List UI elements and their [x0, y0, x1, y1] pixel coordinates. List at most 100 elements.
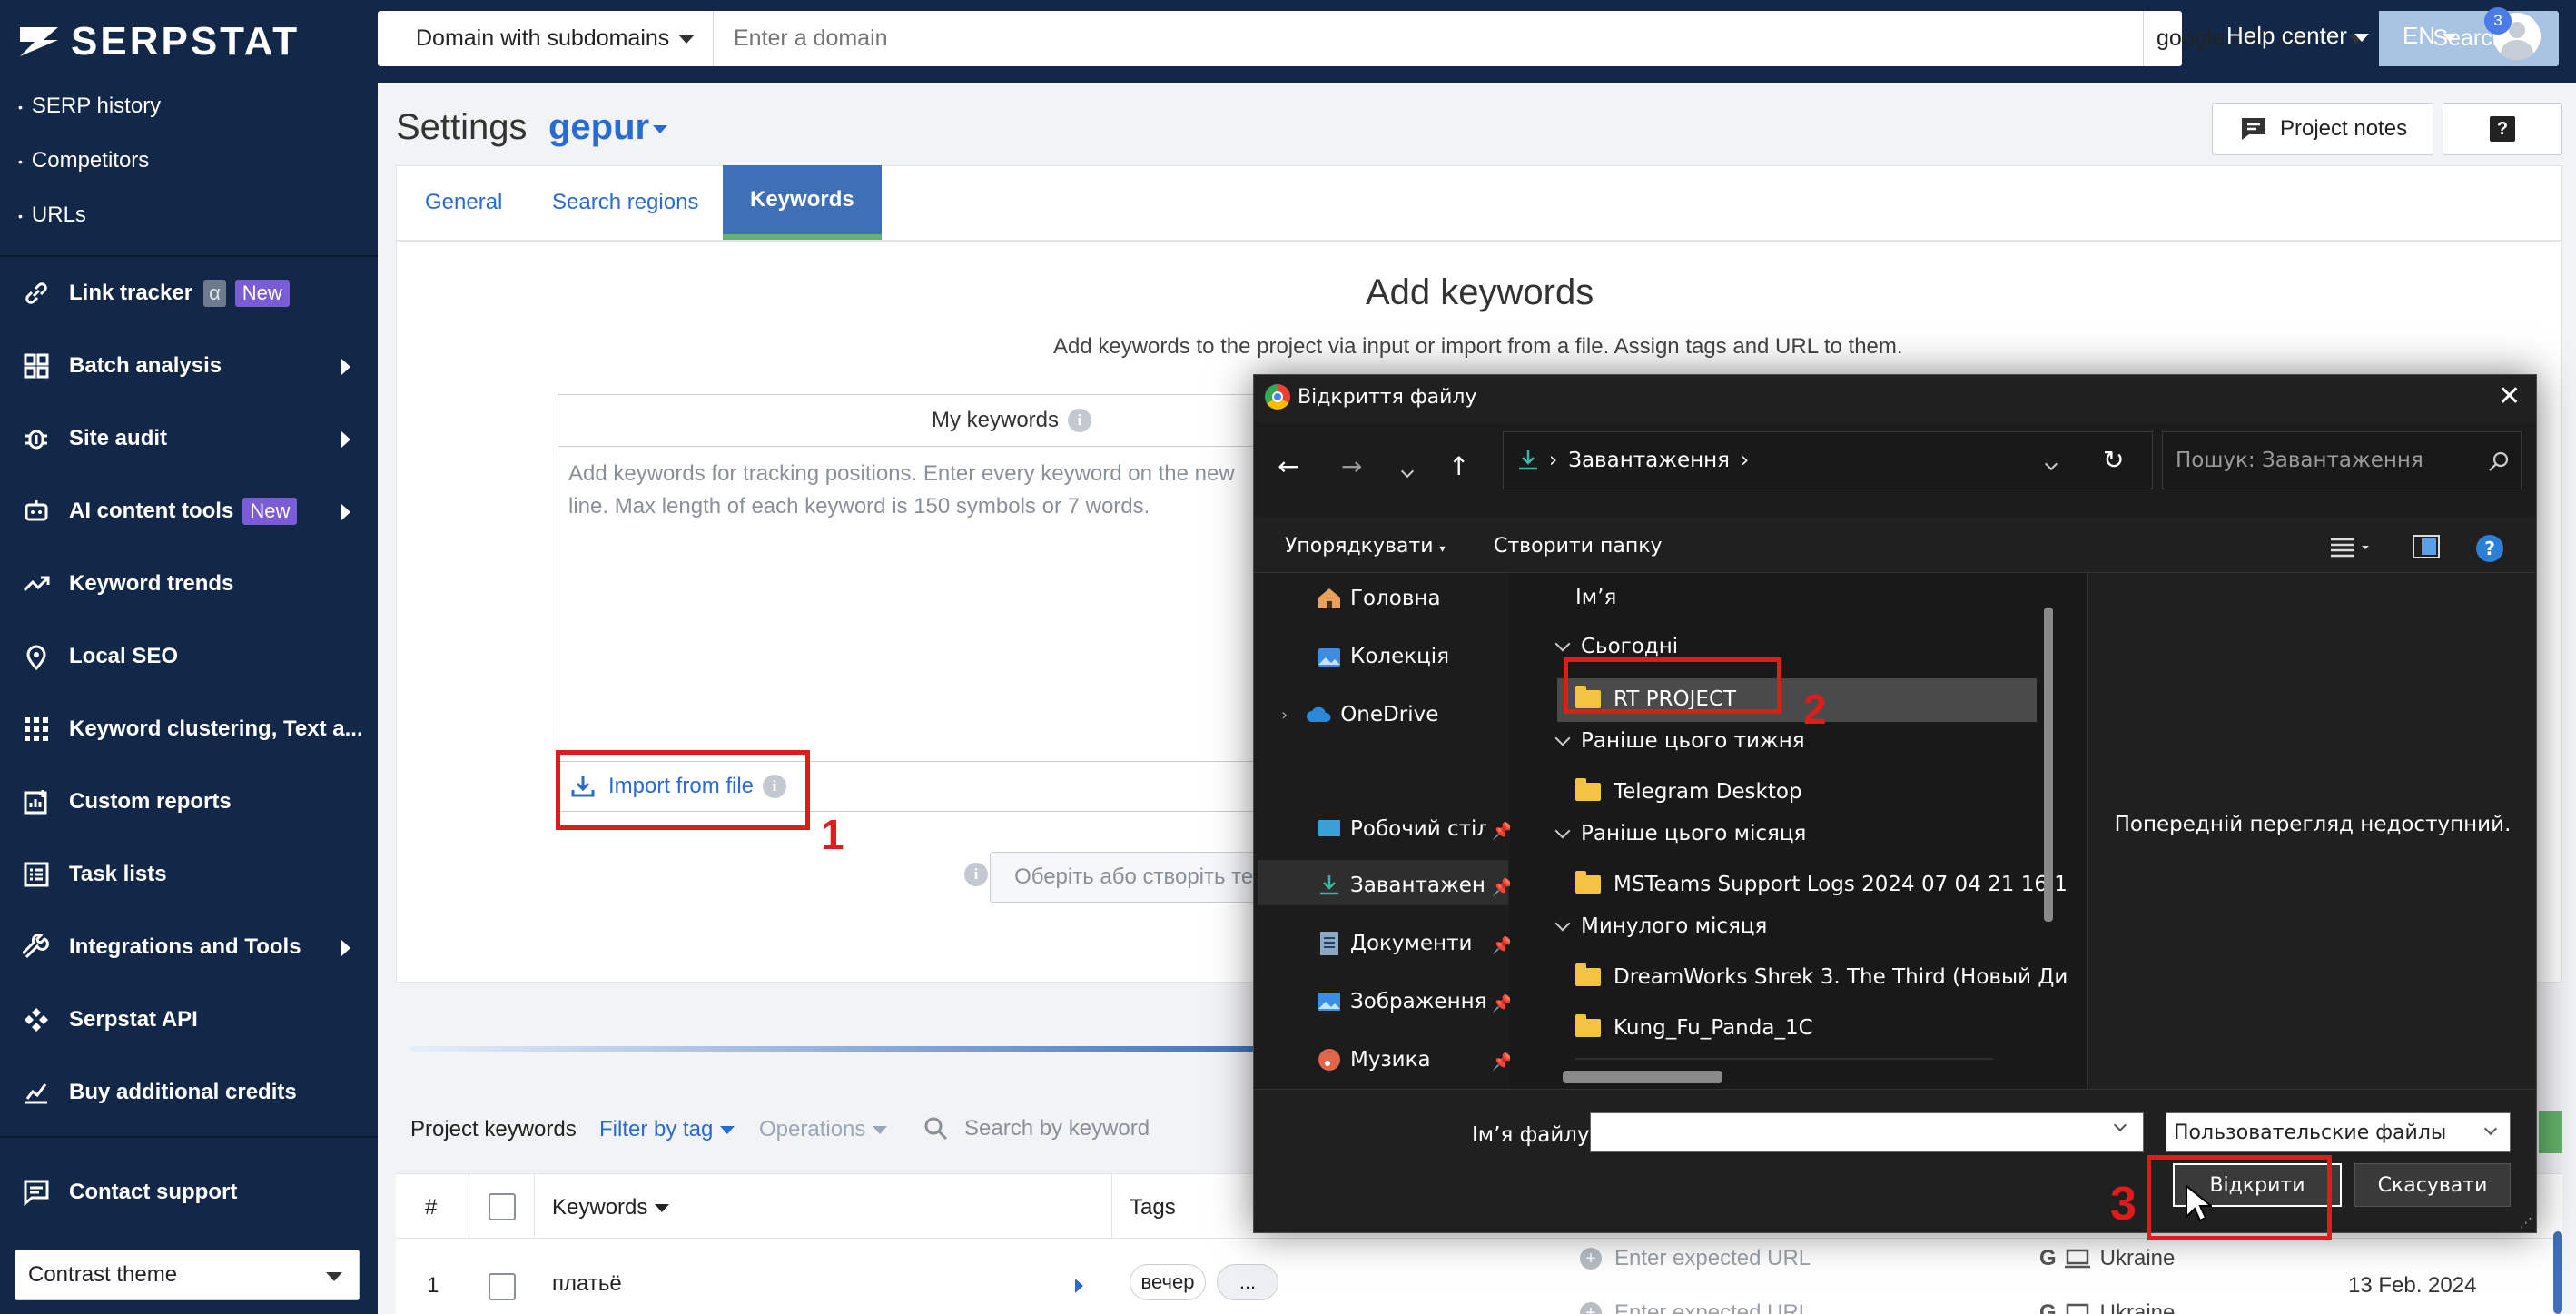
view-menu-icon[interactable]: [2329, 535, 2373, 564]
help-button[interactable]: ?: [2443, 103, 2562, 155]
group-today[interactable]: Сьогодні: [1557, 635, 1678, 658]
expected-url-input[interactable]: + Enter expected URL: [1580, 1246, 1811, 1271]
horizontal-scrollbar[interactable]: [1563, 1071, 1722, 1083]
group-this-week[interactable]: Раніше цього тижня: [1557, 729, 1805, 753]
nav-item-images[interactable]: Зображення: [1316, 989, 1486, 1014]
col-keywords-label: Keywords: [552, 1195, 648, 1220]
select-all-checkbox[interactable]: [489, 1193, 516, 1220]
nav-item-onedrive[interactable]: › OneDrive: [1281, 702, 1438, 727]
sidebar-item-site-audit[interactable]: Site audit: [18, 420, 363, 457]
pane-splitter[interactable]: [1510, 573, 1543, 1089]
avatar-head: [2509, 22, 2525, 38]
file-type-select[interactable]: Пользовательские файлы: [2166, 1112, 2511, 1152]
sidebar-item-keyword-clustering[interactable]: Keyword clustering, Text a...: [18, 711, 363, 747]
sidebar-item-label: Task lists: [69, 862, 167, 886]
preview-pane-icon[interactable]: [2413, 535, 2440, 558]
tag-pill[interactable]: вечер: [1130, 1264, 1206, 1300]
sidebar-item-custom-reports[interactable]: Custom reports: [18, 784, 363, 820]
dialog-search-input[interactable]: Пошук: Завантаження: [2162, 431, 2522, 489]
file-name-input[interactable]: [1590, 1112, 2144, 1152]
sidebar-item-buy-credits[interactable]: Buy additional credits: [18, 1074, 363, 1111]
sidebar-item-integrations[interactable]: Integrations and Tools: [18, 929, 363, 965]
tab-keywords[interactable]: Keywords: [723, 165, 882, 240]
info-icon[interactable]: i: [1068, 408, 1092, 432]
path-dropdown-icon[interactable]: [2044, 450, 2058, 474]
nav-item-gallery[interactable]: Колекція: [1316, 644, 1449, 669]
sidebar-item-urls[interactable]: URLs: [18, 203, 86, 228]
address-path[interactable]: › Завантаження › ↻: [1503, 431, 2153, 489]
row-checkbox[interactable]: [489, 1273, 516, 1300]
file-item-telegram[interactable]: Telegram Desktop: [1575, 778, 1802, 804]
sidebar-item-link-tracker[interactable]: Link tracker α New: [18, 275, 363, 311]
close-icon[interactable]: ✕: [2498, 380, 2521, 412]
domain-input[interactable]: [716, 11, 2143, 66]
sidebar-item-serpstat-api[interactable]: Serpstat API: [18, 1002, 363, 1038]
sidebar-item-task-lists[interactable]: Task lists: [18, 856, 363, 893]
wrench-icon: [18, 929, 54, 965]
forward-icon[interactable]: →: [1341, 451, 1362, 481]
project-selector[interactable]: gepur: [548, 107, 668, 148]
file-item-kung-fu-panda[interactable]: Kung_Fu_Panda_1C: [1575, 1014, 1813, 1040]
col-tags: Tags: [1130, 1195, 1176, 1220]
nav-item-music[interactable]: Музика: [1316, 1047, 1431, 1072]
nav-item-desktop[interactable]: Робочий стіл: [1316, 816, 1486, 842]
col-num: #: [425, 1195, 438, 1220]
image-icon: [1316, 989, 1343, 1014]
file-item-shrek[interactable]: DreamWorks Shrek 3. The Third (Новый Ди: [1575, 963, 2068, 989]
tag-info-icon[interactable]: i: [964, 863, 988, 886]
organize-menu[interactable]: Упорядкувати ▾: [1285, 535, 1446, 558]
notification-badge[interactable]: 3: [2484, 7, 2512, 35]
chevron-down-icon: [2354, 33, 2369, 42]
page-scrollbar[interactable]: [2553, 1231, 2562, 1314]
new-folder-button[interactable]: Створити папку: [1494, 535, 1663, 558]
green-edge-button[interactable]: [2539, 1111, 2562, 1153]
back-icon[interactable]: ←: [1278, 451, 1298, 481]
tag-select[interactable]: Оберіть або створіть тег: [990, 852, 1262, 903]
sidebar-item-keyword-trends[interactable]: Keyword trends: [18, 566, 363, 602]
filter-by-tag[interactable]: Filter by tag: [599, 1117, 735, 1142]
sidebar-item-ai-content-tools[interactable]: AI content tools New: [18, 493, 363, 529]
help-center-menu[interactable]: Help center: [2226, 22, 2369, 50]
sidebar-item-competitors[interactable]: Competitors: [18, 148, 149, 173]
tab-search-regions[interactable]: Search regions: [525, 165, 725, 240]
resize-grip-icon[interactable]: ⋰: [2520, 1216, 2532, 1230]
column-header-name[interactable]: Ім’я: [1575, 586, 1616, 609]
tab-general[interactable]: General: [398, 165, 529, 240]
keywords-placeholder: Add keywords for tracking positions. Ent…: [568, 461, 1235, 519]
my-keywords-label: My keywords: [931, 407, 1060, 432]
operations-menu[interactable]: Operations: [759, 1117, 888, 1142]
col-keywords[interactable]: Keywords: [552, 1195, 670, 1220]
bug-icon: [18, 420, 54, 457]
group-this-month[interactable]: Раніше цього місяця: [1557, 822, 1806, 845]
scope-select[interactable]: Domain with subdomains: [378, 11, 714, 66]
sidebar-item-contact-support[interactable]: Contact support: [18, 1174, 363, 1210]
help-icon[interactable]: ?: [2476, 535, 2503, 562]
expected-url-input[interactable]: + Enter expected URL: [1580, 1300, 1811, 1314]
expand-row-icon[interactable]: [1075, 1279, 1083, 1293]
nav-item-documents[interactable]: Документи: [1316, 931, 1472, 956]
nav-item-downloads[interactable]: Завантаження: [1316, 873, 1486, 898]
sidebar-item-local-seo[interactable]: Local SEO: [18, 638, 363, 675]
refresh-icon[interactable]: ↻: [2103, 445, 2124, 475]
serpstat-logo[interactable]: SERPSTAT: [16, 18, 300, 65]
up-icon[interactable]: ↑: [1448, 451, 1469, 481]
sidebar-item-serp-history[interactable]: SERP history: [18, 94, 161, 119]
vertical-scrollbar[interactable]: [2044, 608, 2053, 922]
path-segment[interactable]: Завантаження: [1568, 449, 1730, 472]
more-tags-button[interactable]: ...: [1217, 1264, 1278, 1300]
keyword-search[interactable]: Search by keyword: [923, 1115, 1150, 1142]
theme-select[interactable]: Contrast theme: [15, 1250, 360, 1300]
group-last-month[interactable]: Минулого місяця: [1557, 914, 1767, 938]
nav-label: OneDrive: [1340, 703, 1439, 726]
recent-locations-icon[interactable]: [1400, 462, 1415, 479]
region-label: Ukraine: [2099, 1246, 2176, 1270]
file-item-msteams[interactable]: MSTeams Support Logs 2024 07 04 21 16 1: [1575, 871, 2068, 896]
sidebar-item-batch-analysis[interactable]: Batch analysis: [18, 348, 363, 384]
language-menu[interactable]: EN: [2403, 22, 2458, 50]
project-notes-button[interactable]: Project notes: [2212, 103, 2433, 155]
nav-item-home[interactable]: Головна: [1316, 586, 1441, 611]
logo-icon: [20, 27, 58, 56]
progress-bar: [410, 1046, 1282, 1052]
expand-icon[interactable]: ›: [1281, 706, 1288, 725]
cancel-button[interactable]: Скасувати: [2354, 1163, 2511, 1207]
